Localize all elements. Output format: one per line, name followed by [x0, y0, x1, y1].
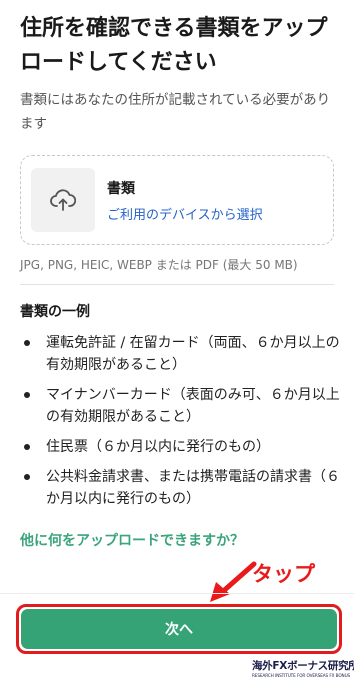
file-upload-dropzone[interactable]: 書類 ご利用のデバイスから選択	[20, 155, 334, 245]
list-item: 住民票（６か月以内に発行のもの）	[20, 436, 342, 458]
list-item: マイナンバーカード（表面のみ可、６か月以上の有効期限があること）	[20, 384, 342, 428]
select-from-device-link[interactable]: ご利用のデバイスから選択	[107, 204, 263, 223]
upload-address-document-screen: 住所を確認できる書類をアップロードしてください 書類にはあなたの住所が記載されて…	[0, 0, 354, 682]
bullet-icon	[24, 474, 30, 480]
bullet-icon	[24, 444, 30, 450]
cloud-upload-icon	[50, 189, 76, 211]
list-item-text: 住民票（６か月以内に発行のもの）	[46, 439, 270, 455]
list-item-text: 運転免許証 / 在留カード（両面、６か月以上の有効期限があること）	[46, 335, 340, 373]
bullet-icon	[24, 340, 30, 346]
examples-heading: 書類の一例	[20, 304, 90, 320]
list-item-text: 公共料金請求書、または携帯電話の請求書（６か月以内に発行のもの）	[46, 469, 340, 507]
accepted-formats-text: JPG, PNG, HEIC, WEBP または PDF (最大 50 MB)	[20, 258, 298, 272]
footer-divider	[0, 593, 354, 594]
tap-annotation: タップ	[252, 562, 315, 586]
watermark-main-text: 海外FXボーナス研究所	[252, 660, 354, 672]
what-can-i-upload-link[interactable]: 他に何をアップロードできますか？	[20, 530, 244, 550]
section-divider	[20, 284, 334, 285]
list-item: 運転免許証 / 在留カード（両面、６か月以上の有効期限があること）	[20, 332, 342, 376]
watermark-logo: 海外FXボーナス研究所 RESEARCH INSTITUTE FOR OVERS…	[252, 658, 354, 678]
list-item-text: マイナンバーカード（表面のみ可、６か月以上の有効期限があること）	[46, 387, 340, 425]
bullet-icon	[24, 392, 30, 398]
upload-icon-container	[31, 168, 95, 232]
next-button[interactable]: 次へ	[21, 609, 337, 649]
page-subtitle: 書類にはあなたの住所が記載されている必要があります	[20, 92, 331, 132]
examples-list: 運転免許証 / 在留カード（両面、６か月以上の有効期限があること） マイナンバー…	[20, 332, 342, 518]
page-title: 住所を確認できる書類をアップロードしてください	[20, 16, 328, 75]
watermark-sub-text: RESEARCH INSTITUTE FOR OVERSEAS FX BONUS	[252, 673, 351, 678]
list-item: 公共料金請求書、または携帯電話の請求書（６か月以内に発行のもの）	[20, 466, 342, 510]
upload-label: 書類	[107, 181, 135, 197]
